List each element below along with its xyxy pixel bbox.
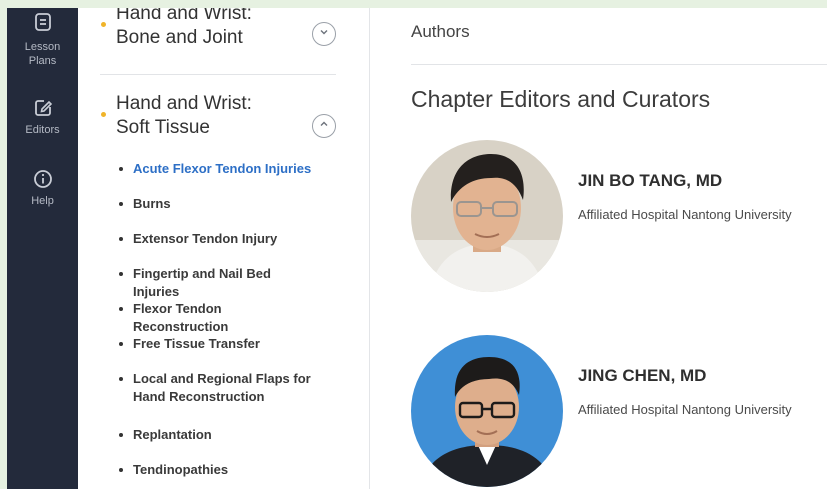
rail-label-plans: Plans xyxy=(28,55,57,67)
rail-item-lesson-plans[interactable]: Lesson Plans xyxy=(7,12,78,68)
editors-icon xyxy=(7,98,78,118)
editor-name: JIN BO TANG, MD xyxy=(578,171,723,190)
section-title-text: Hand and Wrist: Bone and Joint xyxy=(116,8,252,48)
section-dot xyxy=(101,22,106,27)
left-rail: Lesson Plans Editors Help xyxy=(7,8,78,489)
rail-label-lesson: Lesson xyxy=(24,41,61,53)
topic-item[interactable]: Replantation xyxy=(118,426,318,444)
header-divider xyxy=(411,64,827,65)
topic-item[interactable]: Fingertip and Nail Bed Injuries xyxy=(118,265,318,301)
section-title[interactable]: Hand and Wrist: Bone and Joint xyxy=(100,8,290,50)
topic-item[interactable]: Tendinopathies xyxy=(118,461,318,479)
section-soft-tissue[interactable]: Hand and Wrist: Soft Tissue xyxy=(100,92,336,140)
rail-item-help[interactable]: Help xyxy=(7,169,78,208)
section-title[interactable]: Hand and Wrist: Soft Tissue xyxy=(100,92,290,140)
chevron-up-icon xyxy=(318,117,330,135)
topic-item[interactable]: Local and Regional Flaps for Hand Recons… xyxy=(118,370,318,406)
expand-toggle[interactable] xyxy=(312,22,336,46)
section-dot xyxy=(101,112,106,117)
rail-label-help: Help xyxy=(31,195,54,207)
main-content: Authors Chapter Editors and Curators JIN… xyxy=(370,8,827,489)
editor-name: JING CHEN, MD xyxy=(578,366,707,385)
chapter-editors-heading: Chapter Editors and Curators xyxy=(411,86,711,112)
rail-item-editors[interactable]: Editors xyxy=(7,98,78,137)
lesson-plans-icon xyxy=(7,12,78,32)
topic-item[interactable]: Flexor Tendon Reconstruction xyxy=(118,300,318,336)
topic-item[interactable]: Free Tissue Transfer xyxy=(118,335,318,353)
topic-item[interactable]: Extensor Tendon Injury xyxy=(118,230,318,248)
collapse-toggle[interactable] xyxy=(312,114,336,138)
section-bone-and-joint[interactable]: Hand and Wrist: Bone and Joint xyxy=(100,8,336,50)
section-title-text: Hand and Wrist: Soft Tissue xyxy=(116,93,252,138)
authors-tab[interactable]: Authors xyxy=(411,22,470,42)
section-divider xyxy=(100,74,336,75)
editor-avatar xyxy=(411,140,563,292)
chevron-down-icon xyxy=(318,25,330,43)
editor-affiliation: Affiliated Hospital Nantong University xyxy=(578,402,792,417)
editor-affiliation: Affiliated Hospital Nantong University xyxy=(578,207,792,222)
topic-item[interactable]: Burns xyxy=(118,195,318,213)
rail-label-editors: Editors xyxy=(25,124,60,136)
topic-item[interactable]: Acute Flexor Tendon Injuries xyxy=(118,160,318,178)
help-icon xyxy=(7,169,78,189)
chapter-sidebar: Hand and Wrist: Bone and Joint Hand and … xyxy=(78,8,370,489)
editor-avatar xyxy=(411,335,563,487)
app-frame: Lesson Plans Editors Help Hand and Wrist… xyxy=(7,8,827,489)
